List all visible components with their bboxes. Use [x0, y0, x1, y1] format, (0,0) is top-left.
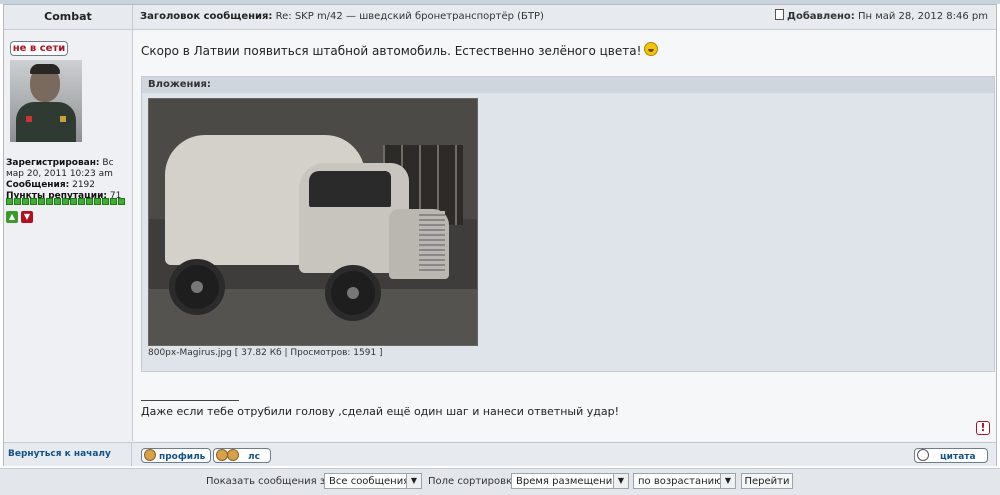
profile-button-label: профиль	[159, 452, 206, 462]
users-icon-2	[227, 449, 239, 461]
author-column-header: Combat	[4, 5, 133, 29]
pm-button-label: лс	[248, 452, 260, 462]
signature-text: Даже если тебе отрубили голову ,сделай е…	[141, 405, 620, 418]
sort-order-select[interactable]: по возрастанию ▼	[633, 473, 736, 489]
post-body: Скоро в Латвии появиться штабной автомоб…	[133, 30, 996, 441]
chevron-down-icon: ▼	[720, 474, 735, 488]
subject-label: Заголовок сообщения:	[140, 11, 273, 22]
subject-text: Re: SKP m/42 — шведский бронетранспортёр…	[275, 11, 544, 22]
reputation-cell	[70, 198, 77, 205]
post-table: Combat Заголовок сообщения: Re: SKP m/42…	[3, 4, 997, 466]
offline-status-badge: не в сети	[10, 41, 68, 56]
sort-bar: Показать сообщения за: Все сообщения ▼ П…	[0, 468, 1000, 495]
pm-button[interactable]: лс	[213, 448, 271, 463]
reputation-cell	[78, 198, 85, 205]
back-to-top-link[interactable]: Вернуться к началу	[4, 443, 132, 466]
post-header: Combat Заголовок сообщения: Re: SKP m/42…	[4, 5, 996, 30]
sort-order-value: по возрастанию	[638, 476, 723, 487]
posts-count: 2192	[72, 180, 95, 190]
reputation-bar	[6, 198, 125, 205]
show-posts-label: Показать сообщения за:	[206, 476, 335, 487]
signature-divider	[141, 400, 239, 401]
reputation-cell	[110, 198, 117, 205]
user-icon	[144, 449, 156, 461]
posted-date: Пн май 28, 2012 8:46 pm	[857, 11, 988, 22]
show-posts-value: Все сообщения	[329, 476, 410, 487]
reputation-cell	[86, 198, 93, 205]
reputation-cell	[38, 198, 45, 205]
author-profile-panel: не в сети Зарегистрирован: Вс мар 20, 20…	[4, 30, 133, 441]
thumbs-up-icon[interactable]: ▲	[6, 211, 18, 223]
quote-button-label: цитата	[940, 452, 976, 462]
attachments-title: Вложения:	[142, 77, 994, 93]
posted-label: Добавлено:	[787, 11, 855, 22]
post-footer: Вернуться к началу профиль лс цитата	[4, 442, 996, 466]
quote-bubble-icon	[917, 449, 929, 461]
profile-button[interactable]: профиль	[141, 448, 211, 463]
karma-buttons: ▲ ▼	[6, 211, 33, 223]
reputation-cell	[46, 198, 53, 205]
reputation-cell	[102, 198, 109, 205]
report-post-button[interactable]: !	[976, 421, 990, 435]
avatar	[10, 60, 82, 142]
reputation-cell	[62, 198, 69, 205]
sort-field-select[interactable]: Время размещения ▼	[511, 473, 629, 489]
reputation-cell	[30, 198, 37, 205]
reputation-cell	[22, 198, 29, 205]
sort-field-value: Время размещения	[516, 476, 619, 487]
chevron-down-icon: ▼	[613, 474, 628, 488]
show-posts-select[interactable]: Все сообщения ▼	[324, 473, 422, 489]
post-subject: Заголовок сообщения: Re: SKP m/42 — швед…	[140, 5, 544, 29]
attachment-file-info: 800px-Magirus.jpg [ 37.82 Кб | Просмотро…	[148, 348, 383, 358]
reputation-cell	[94, 198, 101, 205]
reputation-cell	[6, 198, 13, 205]
quote-button[interactable]: цитата	[914, 448, 988, 463]
attachments-box: Вложения: 800px-Magirus.jpg [ 37.82 Кб |…	[141, 76, 995, 372]
grin-smiley-icon	[644, 42, 659, 56]
post-text: Скоро в Латвии появиться штабной автомоб…	[141, 44, 642, 58]
go-button[interactable]: Перейти	[741, 473, 793, 489]
reputation-cell	[54, 198, 61, 205]
thumbs-down-icon[interactable]: ▼	[21, 211, 33, 223]
post-date: Добавлено: Пн май 28, 2012 8:46 pm	[774, 5, 988, 29]
sort-field-label: Поле сортировки	[428, 476, 519, 487]
attachment-image[interactable]	[148, 98, 478, 346]
post-message: Скоро в Латвии появиться штабной автомоб…	[141, 42, 659, 58]
author-details: Зарегистрирован: Вс мар 20, 2011 10:23 a…	[6, 158, 130, 202]
reputation-cell	[118, 198, 125, 205]
chevron-down-icon: ▼	[406, 474, 421, 488]
registered-label: Зарегистрирован:	[6, 158, 100, 168]
reputation-cell	[14, 198, 21, 205]
posts-label: Сообщения:	[6, 180, 70, 190]
post-icon[interactable]	[774, 9, 784, 20]
